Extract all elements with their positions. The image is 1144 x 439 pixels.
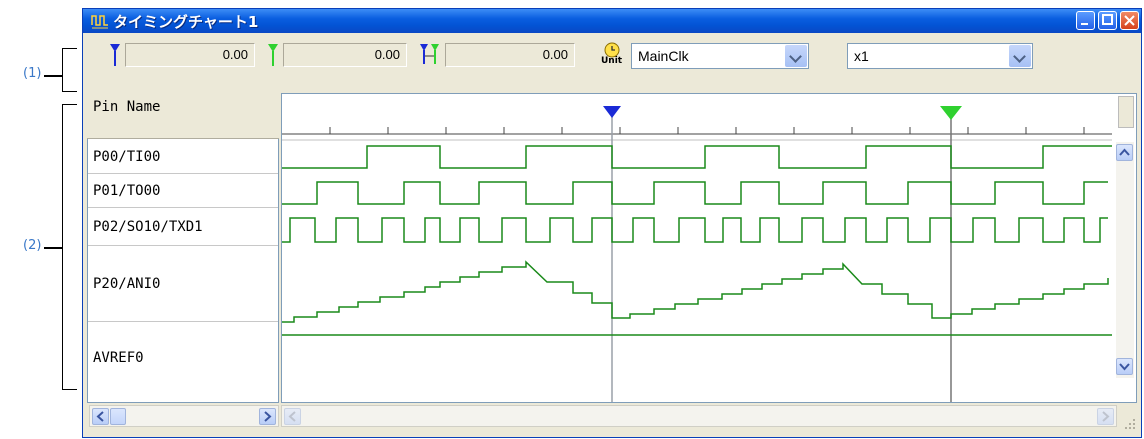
- chevron-left-icon: [96, 411, 104, 422]
- vertical-scrollbar[interactable]: [1116, 142, 1134, 378]
- chevron-right-icon: [1102, 411, 1110, 422]
- waveform-pane[interactable]: [281, 93, 1137, 403]
- title-bar[interactable]: タイミングチャート1: [83, 9, 1141, 33]
- wave-p01: [282, 181, 1108, 205]
- timing-chart-icon: [91, 15, 108, 29]
- chevron-right-icon: [264, 411, 272, 422]
- toolbar-bracket: [62, 48, 77, 92]
- minimize-icon: [1081, 23, 1088, 25]
- scroll-right-button[interactable]: [259, 408, 276, 425]
- wave-p02: [282, 217, 1108, 243]
- callout-panes: (2): [23, 238, 42, 253]
- marker1-icon: [110, 44, 120, 66]
- maximize-icon: [1102, 14, 1113, 25]
- wave-p20: [282, 260, 1109, 323]
- pin-name: P02/SO10/TXD1: [93, 219, 203, 235]
- minimize-button[interactable]: [1076, 11, 1095, 30]
- marker1-handle[interactable]: [603, 106, 621, 118]
- marker2-handle[interactable]: [940, 106, 962, 120]
- chevron-down-icon[interactable]: [785, 45, 807, 67]
- timing-chart-window: タイミングチャート1 0.00 0.00 0.00 Unit MainClk x…: [82, 8, 1142, 438]
- resize-grip-icon[interactable]: [1123, 417, 1137, 431]
- callout-toolbar-line: [44, 75, 62, 77]
- pin-name-header: Pin Name: [87, 93, 279, 139]
- marker1-position: 0.00: [125, 43, 255, 67]
- pin-name: P00/TI00: [93, 149, 161, 165]
- window-title: タイミングチャート1: [113, 13, 259, 31]
- pin-pane-hscrollbar[interactable]: [89, 405, 279, 427]
- maximize-button[interactable]: [1098, 11, 1117, 30]
- pin-name: AVREF0: [93, 350, 144, 366]
- waveform-canvas: [282, 106, 1112, 402]
- wave-p00: [282, 145, 1112, 169]
- wave-pane-hscrollbar[interactable]: [281, 405, 1117, 427]
- pin-row[interactable]: P01/TO00: [88, 174, 278, 208]
- time-ruler: [282, 127, 1112, 135]
- marker-difference: 0.00: [445, 43, 575, 67]
- pin-name: P20/ANI0: [93, 276, 161, 292]
- marker-difference-icon: [420, 44, 439, 64]
- pin-row[interactable]: P20/ANI0: [88, 246, 278, 322]
- ruler-scroll-spinner[interactable]: [1118, 96, 1134, 128]
- chevron-left-icon: [288, 411, 296, 422]
- chevron-down-icon[interactable]: [1009, 45, 1031, 67]
- callout-toolbar: (1): [23, 66, 42, 81]
- unit-label: Unit: [601, 56, 623, 66]
- scroll-right-button[interactable]: [1097, 408, 1114, 425]
- pin-name: P01/TO00: [93, 183, 161, 199]
- scroll-up-button[interactable]: [1116, 144, 1133, 161]
- close-button[interactable]: [1120, 11, 1139, 30]
- zoom-value: x1: [854, 48, 869, 64]
- zoom-select[interactable]: x1: [847, 43, 1033, 69]
- clock-source-select[interactable]: MainClk: [631, 43, 809, 69]
- waveforms: [282, 145, 1112, 336]
- scroll-left-button[interactable]: [92, 408, 109, 425]
- toolbar: 0.00 0.00 0.00 Unit MainClk x1: [85, 37, 1139, 75]
- pin-row[interactable]: P02/SO10/TXD1: [88, 208, 278, 246]
- scroll-down-button[interactable]: [1116, 358, 1133, 375]
- close-icon: [1124, 15, 1135, 26]
- pin-name-pane: P00/TI00 P01/TO00 P02/SO10/TXD1 P20/ANI0…: [87, 93, 279, 403]
- scroll-left-button[interactable]: [284, 408, 301, 425]
- scroll-thumb[interactable]: [110, 408, 126, 425]
- pin-row[interactable]: AVREF0: [88, 322, 278, 394]
- unit-button[interactable]: Unit: [601, 42, 623, 70]
- marker2-position: 0.00: [283, 43, 407, 67]
- chevron-up-icon: [1119, 148, 1130, 156]
- chevron-down-icon: [1119, 363, 1130, 371]
- pin-row[interactable]: P00/TI00: [88, 140, 278, 174]
- clock-source-value: MainClk: [638, 48, 689, 64]
- panes-bracket: [62, 104, 77, 390]
- marker2-icon: [268, 44, 278, 66]
- callout-panes-line: [44, 247, 62, 249]
